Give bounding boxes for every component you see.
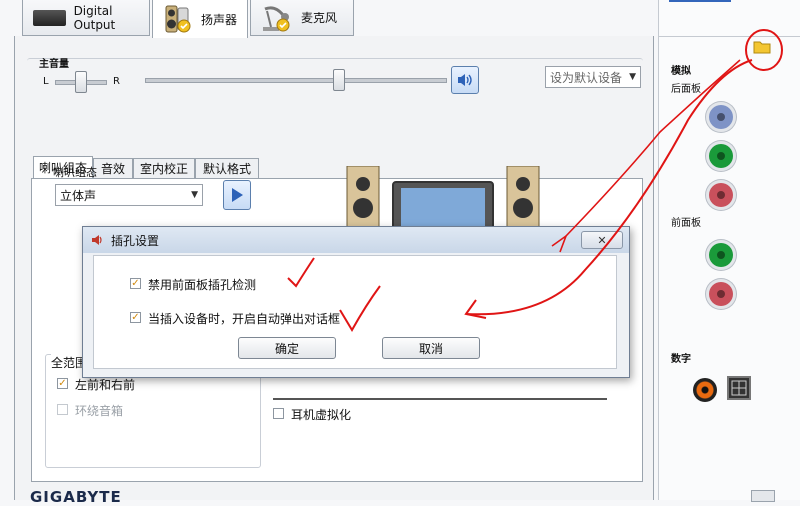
folder-icon <box>753 41 771 54</box>
top-link[interactable] <box>669 0 731 2</box>
tab-label: Digital Output <box>73 3 116 32</box>
auto-popup-label: 当插入设备时，开启自动弹出对话框 <box>148 312 341 326</box>
cancel-label: 取消 <box>418 341 443 356</box>
tab-label: 扬声器 <box>201 12 238 27</box>
close-icon: ✕ <box>597 233 607 247</box>
digital-output-icon <box>33 9 66 26</box>
set-default-label: 设为默认设备 <box>550 70 623 85</box>
coaxial-jack-icon[interactable] <box>693 378 717 402</box>
auto-popup-checkbox[interactable]: ✓ <box>130 312 141 323</box>
ok-label: 确定 <box>274 341 299 356</box>
mute-button[interactable] <box>451 66 479 94</box>
disable-front-jack-detect-checkbox[interactable]: ✓ <box>130 278 141 289</box>
bottom-line <box>273 398 607 400</box>
main-volume-label: 主音量 <box>39 59 69 70</box>
balance-slider-thumb[interactable] <box>75 71 87 93</box>
speaker-icon <box>163 4 193 34</box>
speaker-config-value: 立体声 <box>60 188 97 203</box>
volume-slider-thumb[interactable] <box>333 69 345 91</box>
speaker-config-label: 喇叭组态 <box>53 166 97 179</box>
disable-front-jack-detect-label: 禁用前面板插孔检测 <box>148 278 257 292</box>
tab-microphone[interactable]: 麦克风 <box>250 0 354 36</box>
volume-slider-track[interactable] <box>145 78 447 83</box>
dialog-titlebar: 插孔设置 ✕ <box>83 227 629 253</box>
tab-digital-output[interactable]: Digital Output <box>22 0 150 36</box>
balance-right-label: R <box>113 76 120 87</box>
back-panel-label: 后面板 <box>671 84 701 95</box>
microphone-icon <box>261 3 293 33</box>
speaker-icon <box>91 233 105 247</box>
panel-divider <box>659 36 800 37</box>
digital-label: 数字 <box>671 354 691 365</box>
back-jack-mic[interactable] <box>709 183 733 207</box>
tab-speakers[interactable]: 扬声器 <box>152 0 248 38</box>
right-panel: 模拟 后面板 前面板 数字 <box>658 0 800 502</box>
surround-label: 环绕音箱 <box>75 404 124 418</box>
speaker-volume-icon <box>458 74 472 86</box>
headphone-virtualization-checkbox[interactable] <box>273 408 284 419</box>
chevron-down-icon: ▼ <box>191 190 198 200</box>
chevron-down-icon: ▼ <box>629 72 636 82</box>
speaker-config-select[interactable]: 立体声 ▼ <box>55 184 203 206</box>
play-icon <box>232 188 243 202</box>
brand-text: GIGABYTE <box>30 488 122 506</box>
headphone-virtualization-label: 耳机虚拟化 <box>291 408 352 422</box>
surround-checkbox[interactable] <box>57 404 68 415</box>
folder-settings-button[interactable] <box>753 40 771 54</box>
front-lr-checkbox[interactable]: ✓ <box>57 378 68 389</box>
dialog-close-button[interactable]: ✕ <box>581 231 623 249</box>
dialog-body: ✓ 禁用前面板插孔检测 ✓ 当插入设备时，开启自动弹出对话框 确定 取消 <box>93 255 617 369</box>
cancel-button[interactable]: 取消 <box>382 337 480 359</box>
back-jack-line-in[interactable] <box>709 105 733 129</box>
play-test-button[interactable] <box>223 180 251 210</box>
balance-left-label: L <box>43 76 49 87</box>
tab-label: 麦克风 <box>301 11 338 25</box>
dialog-title: 插孔设置 <box>111 233 160 248</box>
back-jack-line-out[interactable] <box>709 144 733 168</box>
scroll-corner-button[interactable] <box>751 490 775 502</box>
set-default-device-dropdown[interactable]: 设为默认设备 ▼ <box>545 66 641 88</box>
front-jack-mic[interactable] <box>709 282 733 306</box>
optical-jack-icon[interactable] <box>727 376 751 400</box>
front-lr-label: 左前和右前 <box>75 378 136 392</box>
front-jack-headphone[interactable] <box>709 243 733 267</box>
analog-label: 模拟 <box>671 66 691 77</box>
brand-logo: GIGABYTE <box>30 488 122 506</box>
ok-button[interactable]: 确定 <box>238 337 336 359</box>
jack-settings-dialog: 插孔设置 ✕ ✓ 禁用前面板插孔检测 ✓ 当插入设备时，开启自动弹出对话框 确定… <box>82 226 630 378</box>
front-panel-label: 前面板 <box>671 218 701 229</box>
